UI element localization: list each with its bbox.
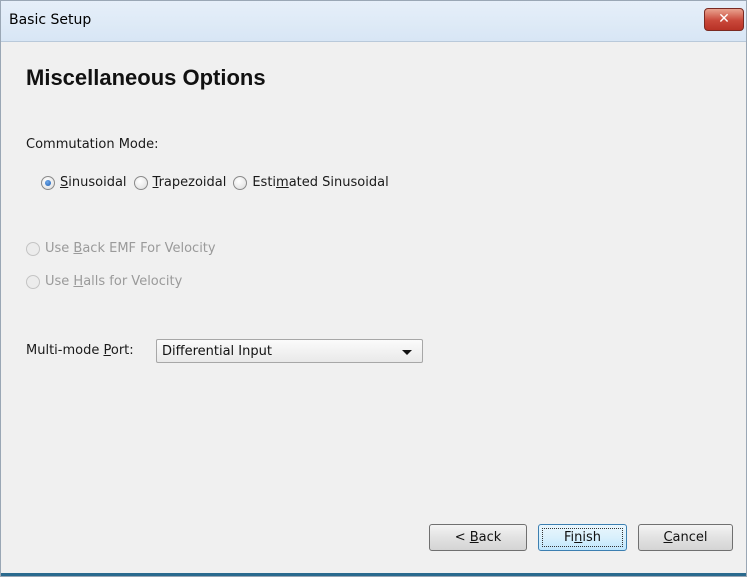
back-emf-velocity-option: Use Back EMF For Velocity	[26, 241, 216, 256]
radio-halls-velocity	[26, 274, 40, 289]
finish-button[interactable]: Finish	[538, 524, 627, 551]
back-button[interactable]: < Back	[429, 524, 527, 551]
radio-estimated-sinusoidal[interactable]	[233, 175, 248, 190]
title-bar[interactable]: Basic Setup ✕	[1, 1, 746, 42]
multimode-port-value: Differential Input	[162, 344, 272, 359]
radio-sinusoidal[interactable]	[41, 175, 55, 190]
halls-velocity-label: Use Halls for Velocity	[45, 274, 183, 289]
chevron-down-icon	[402, 350, 412, 355]
page-heading: Miscellaneous Options	[26, 65, 266, 90]
close-icon: ✕	[718, 11, 730, 27]
commutation-mode-label: Commutation Mode:	[26, 137, 159, 152]
close-button[interactable]: ✕	[704, 8, 744, 31]
multimode-port-label: Multi-mode Port:	[26, 343, 134, 358]
radio-trapezoidal[interactable]	[133, 175, 148, 190]
multimode-port-select[interactable]: Differential Input	[156, 339, 423, 363]
radio-estimated-sinusoidal-label[interactable]: Estimated Sinusoidal	[252, 175, 388, 190]
cancel-button[interactable]: Cancel	[638, 524, 733, 551]
window-title: Basic Setup	[9, 12, 92, 28]
radio-sinusoidal-label[interactable]: Sinusoidal	[60, 175, 127, 190]
radio-back-emf-velocity	[26, 241, 40, 256]
halls-velocity-option: Use Halls for Velocity	[26, 274, 182, 289]
radio-trapezoidal-label[interactable]: Trapezoidal	[153, 175, 227, 190]
window-bottom-border	[1, 573, 746, 576]
basic-setup-dialog: Basic Setup ✕ Miscellaneous Options Comm…	[0, 0, 747, 577]
back-emf-velocity-label: Use Back EMF For Velocity	[45, 241, 216, 256]
focus-rectangle	[542, 528, 623, 547]
commutation-radio-group: Sinusoidal Trapezoidal Estimated Sinusoi…	[41, 175, 389, 190]
